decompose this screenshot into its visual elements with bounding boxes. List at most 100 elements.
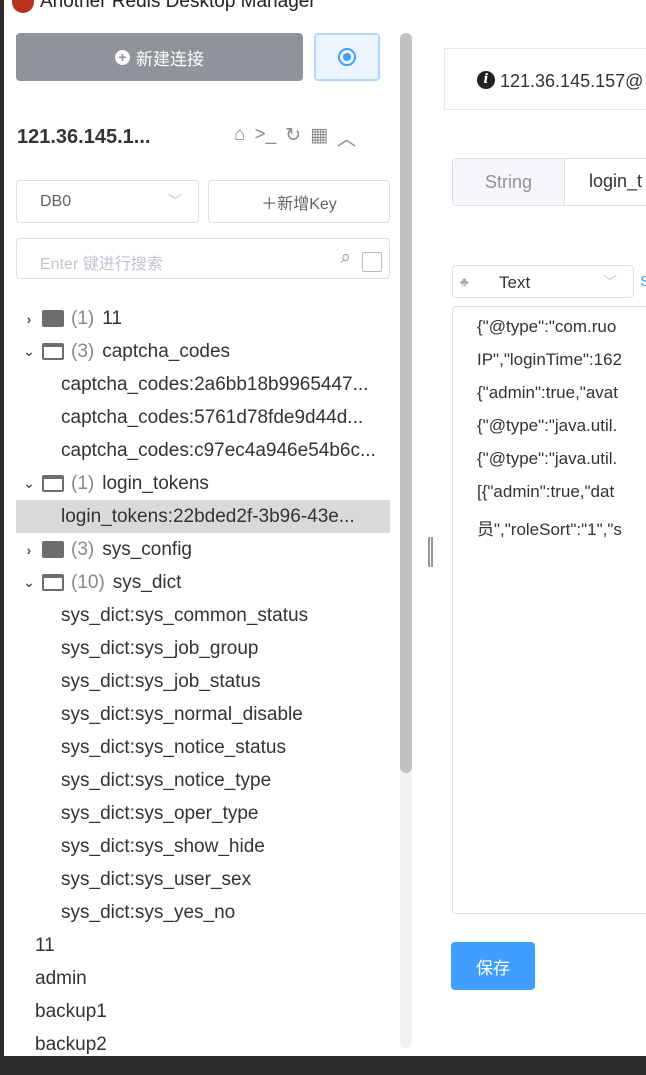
tree-folder[interactable]: ⌄ (10) sys_dict (16, 566, 390, 599)
tree-key[interactable]: sys_dict:sys_normal_disable (16, 698, 390, 731)
key-label: admin (35, 967, 87, 989)
tree-folder[interactable]: › (3) sys_config (16, 533, 390, 566)
tree-key[interactable]: 11 (16, 929, 390, 962)
folder-label: sys_config (102, 538, 193, 560)
tree-key[interactable]: sys_dict:sys_notice_type (16, 764, 390, 797)
chevron-up-icon[interactable]: ︿ (337, 124, 356, 151)
key-name-value[interactable]: login_t (565, 159, 642, 205)
tree-folder[interactable]: ⌄ (1) login_tokens (16, 467, 390, 500)
chevron-right-icon[interactable]: › (16, 542, 42, 558)
chevron-down-icon[interactable]: ⌄ (16, 475, 42, 492)
tree-folder[interactable]: › (1) 11 (16, 302, 390, 335)
tree-key[interactable]: admin (16, 962, 390, 995)
search-input[interactable]: Enter 键进行搜索 ⌕ (16, 238, 390, 279)
new-connection-label: 新建连接 (136, 49, 204, 69)
tree-key[interactable]: login_tokens:22bded2f-3b96-43e... (16, 500, 390, 533)
folder-icon (42, 310, 64, 327)
format-select[interactable]: ♣ Text ﹀ (452, 265, 634, 298)
terminal-icon[interactable]: >_ (254, 124, 276, 151)
new-connection-button[interactable]: + 新建连接 (16, 33, 303, 81)
window-title: Another Redis Desktop Manager (40, 0, 316, 12)
tree-key[interactable]: backup1 (16, 995, 390, 1028)
gear-icon (338, 48, 356, 66)
key-label: backup1 (35, 1000, 107, 1022)
folder-count: (3) (71, 340, 95, 362)
db-select[interactable]: DB0 ﹀ (16, 180, 199, 223)
key-label: sys_dict:sys_job_status (61, 670, 261, 692)
folder-label: login_tokens (102, 472, 209, 494)
tree-key[interactable]: sys_dict:sys_show_hide (16, 830, 390, 863)
value-line: {"@type":"java.util. (477, 449, 618, 468)
app-logo-icon (12, 0, 34, 13)
key-label: sys_dict:sys_show_hide (61, 835, 265, 857)
chevron-down-icon: ﹀ (168, 193, 182, 209)
db-select-value: DB0 (40, 193, 72, 210)
tree-key[interactable]: sys_dict:sys_job_group (16, 632, 390, 665)
key-name-input[interactable]: String login_t (452, 158, 646, 206)
key-label: captcha_codes:c97ec4a946e54b6c... (61, 439, 376, 461)
plus-circle-icon: + (115, 49, 130, 65)
value-line: [{"admin":true,"dat (477, 482, 615, 501)
folder-count: (1) (71, 307, 95, 329)
chevron-down-icon[interactable]: ⌄ (16, 574, 42, 591)
tree-key[interactable]: backup2 (16, 1028, 390, 1056)
folder-open-icon (42, 475, 64, 492)
key-label: sys_dict:sys_yes_no (61, 901, 236, 923)
key-label: sys_dict:sys_notice_type (61, 769, 272, 791)
scrollbar-thumb[interactable] (400, 33, 412, 773)
title-bar: Another Redis Desktop Manager (4, 0, 316, 14)
key-label: sys_dict:sys_oper_type (61, 802, 259, 824)
app-window: Another Redis Desktop Manager + 新建连接 121.… (4, 0, 646, 1056)
chevron-right-icon[interactable]: › (16, 311, 42, 327)
folder-label: 11 (102, 307, 122, 329)
folder-count: (10) (71, 571, 105, 593)
info-icon: i (477, 71, 495, 89)
key-label: 11 (35, 934, 55, 956)
resize-handle[interactable] (428, 537, 433, 567)
tree-key[interactable]: sys_dict:sys_common_status (16, 599, 390, 632)
value-line: {"admin":true,"avat (477, 383, 618, 402)
key-label: sys_dict:sys_user_sex (61, 868, 252, 890)
search-placeholder: Enter 键进行搜索 (40, 256, 163, 273)
key-label: sys_dict:sys_common_status (61, 604, 309, 626)
chevron-down-icon[interactable]: ⌄ (16, 343, 42, 360)
folder-label: captcha_codes (102, 340, 231, 362)
refresh-icon[interactable]: ↻ (285, 124, 301, 151)
key-type-label: String (453, 159, 565, 205)
home-icon[interactable]: ⌂ (234, 124, 245, 151)
tree-key[interactable]: sys_dict:sys_job_status (16, 665, 390, 698)
sidebar-scrollbar[interactable] (400, 33, 412, 1048)
tree-key[interactable]: captcha_codes:5761d78fde9d44d... (16, 401, 390, 434)
save-button[interactable]: 保存 (451, 942, 535, 990)
tree-key[interactable]: sys_dict:sys_notice_status (16, 731, 390, 764)
add-key-button[interactable]: ＋新增Key (208, 180, 390, 223)
tab-label: 121.36.145.157@ (500, 71, 644, 91)
format-link[interactable]: S (640, 273, 646, 290)
value-line: IP","loginTime":162 (477, 350, 623, 369)
tree-key[interactable]: captcha_codes:2a6bb18b9965447... (16, 368, 390, 401)
connection-name[interactable]: 121.36.145.1... (17, 126, 150, 149)
grid-icon[interactable]: ▦ (310, 124, 328, 151)
tree-key[interactable]: captcha_codes:c97ec4a946e54b6c... (16, 434, 390, 467)
key-label: captcha_codes:2a6bb18b9965447... (61, 373, 369, 395)
key-label: backup2 (35, 1033, 107, 1055)
key-label: sys_dict:sys_notice_status (61, 736, 286, 758)
tree-key[interactable]: sys_dict:sys_user_sex (16, 863, 390, 896)
connection-toolbar: ⌂ >_ ↻ ▦ ︿ (234, 124, 356, 151)
tree-folder[interactable]: ⌄ (3) captcha_codes (16, 335, 390, 368)
tree-key[interactable]: sys_dict:sys_yes_no (16, 896, 390, 929)
key-tree: › (1) 11 ⌄ (3) captcha_codes captcha_codes:2a6… (16, 302, 390, 1056)
value-line: {"@type":"com.ruo (477, 317, 617, 336)
search-icon[interactable]: ⌕ (340, 247, 351, 269)
folder-count: (1) (71, 472, 95, 494)
tree-key[interactable]: sys_dict:sys_oper_type (16, 797, 390, 830)
exact-match-checkbox[interactable] (362, 252, 382, 272)
value-line: {"@type":"java.util. (477, 416, 618, 435)
key-label: sys_dict:sys_normal_disable (61, 703, 303, 725)
key-label: login_tokens:22bded2f-3b96-43e... (61, 505, 355, 527)
settings-button[interactable] (314, 33, 380, 81)
folder-count: (3) (71, 538, 95, 560)
folder-label: sys_dict (112, 571, 182, 593)
value-editor[interactable]: {"@type":"com.ruo IP","loginTime":162 {"ad… (452, 306, 646, 914)
tab-connection[interactable]: i 121.36.145.157@ (444, 48, 646, 110)
